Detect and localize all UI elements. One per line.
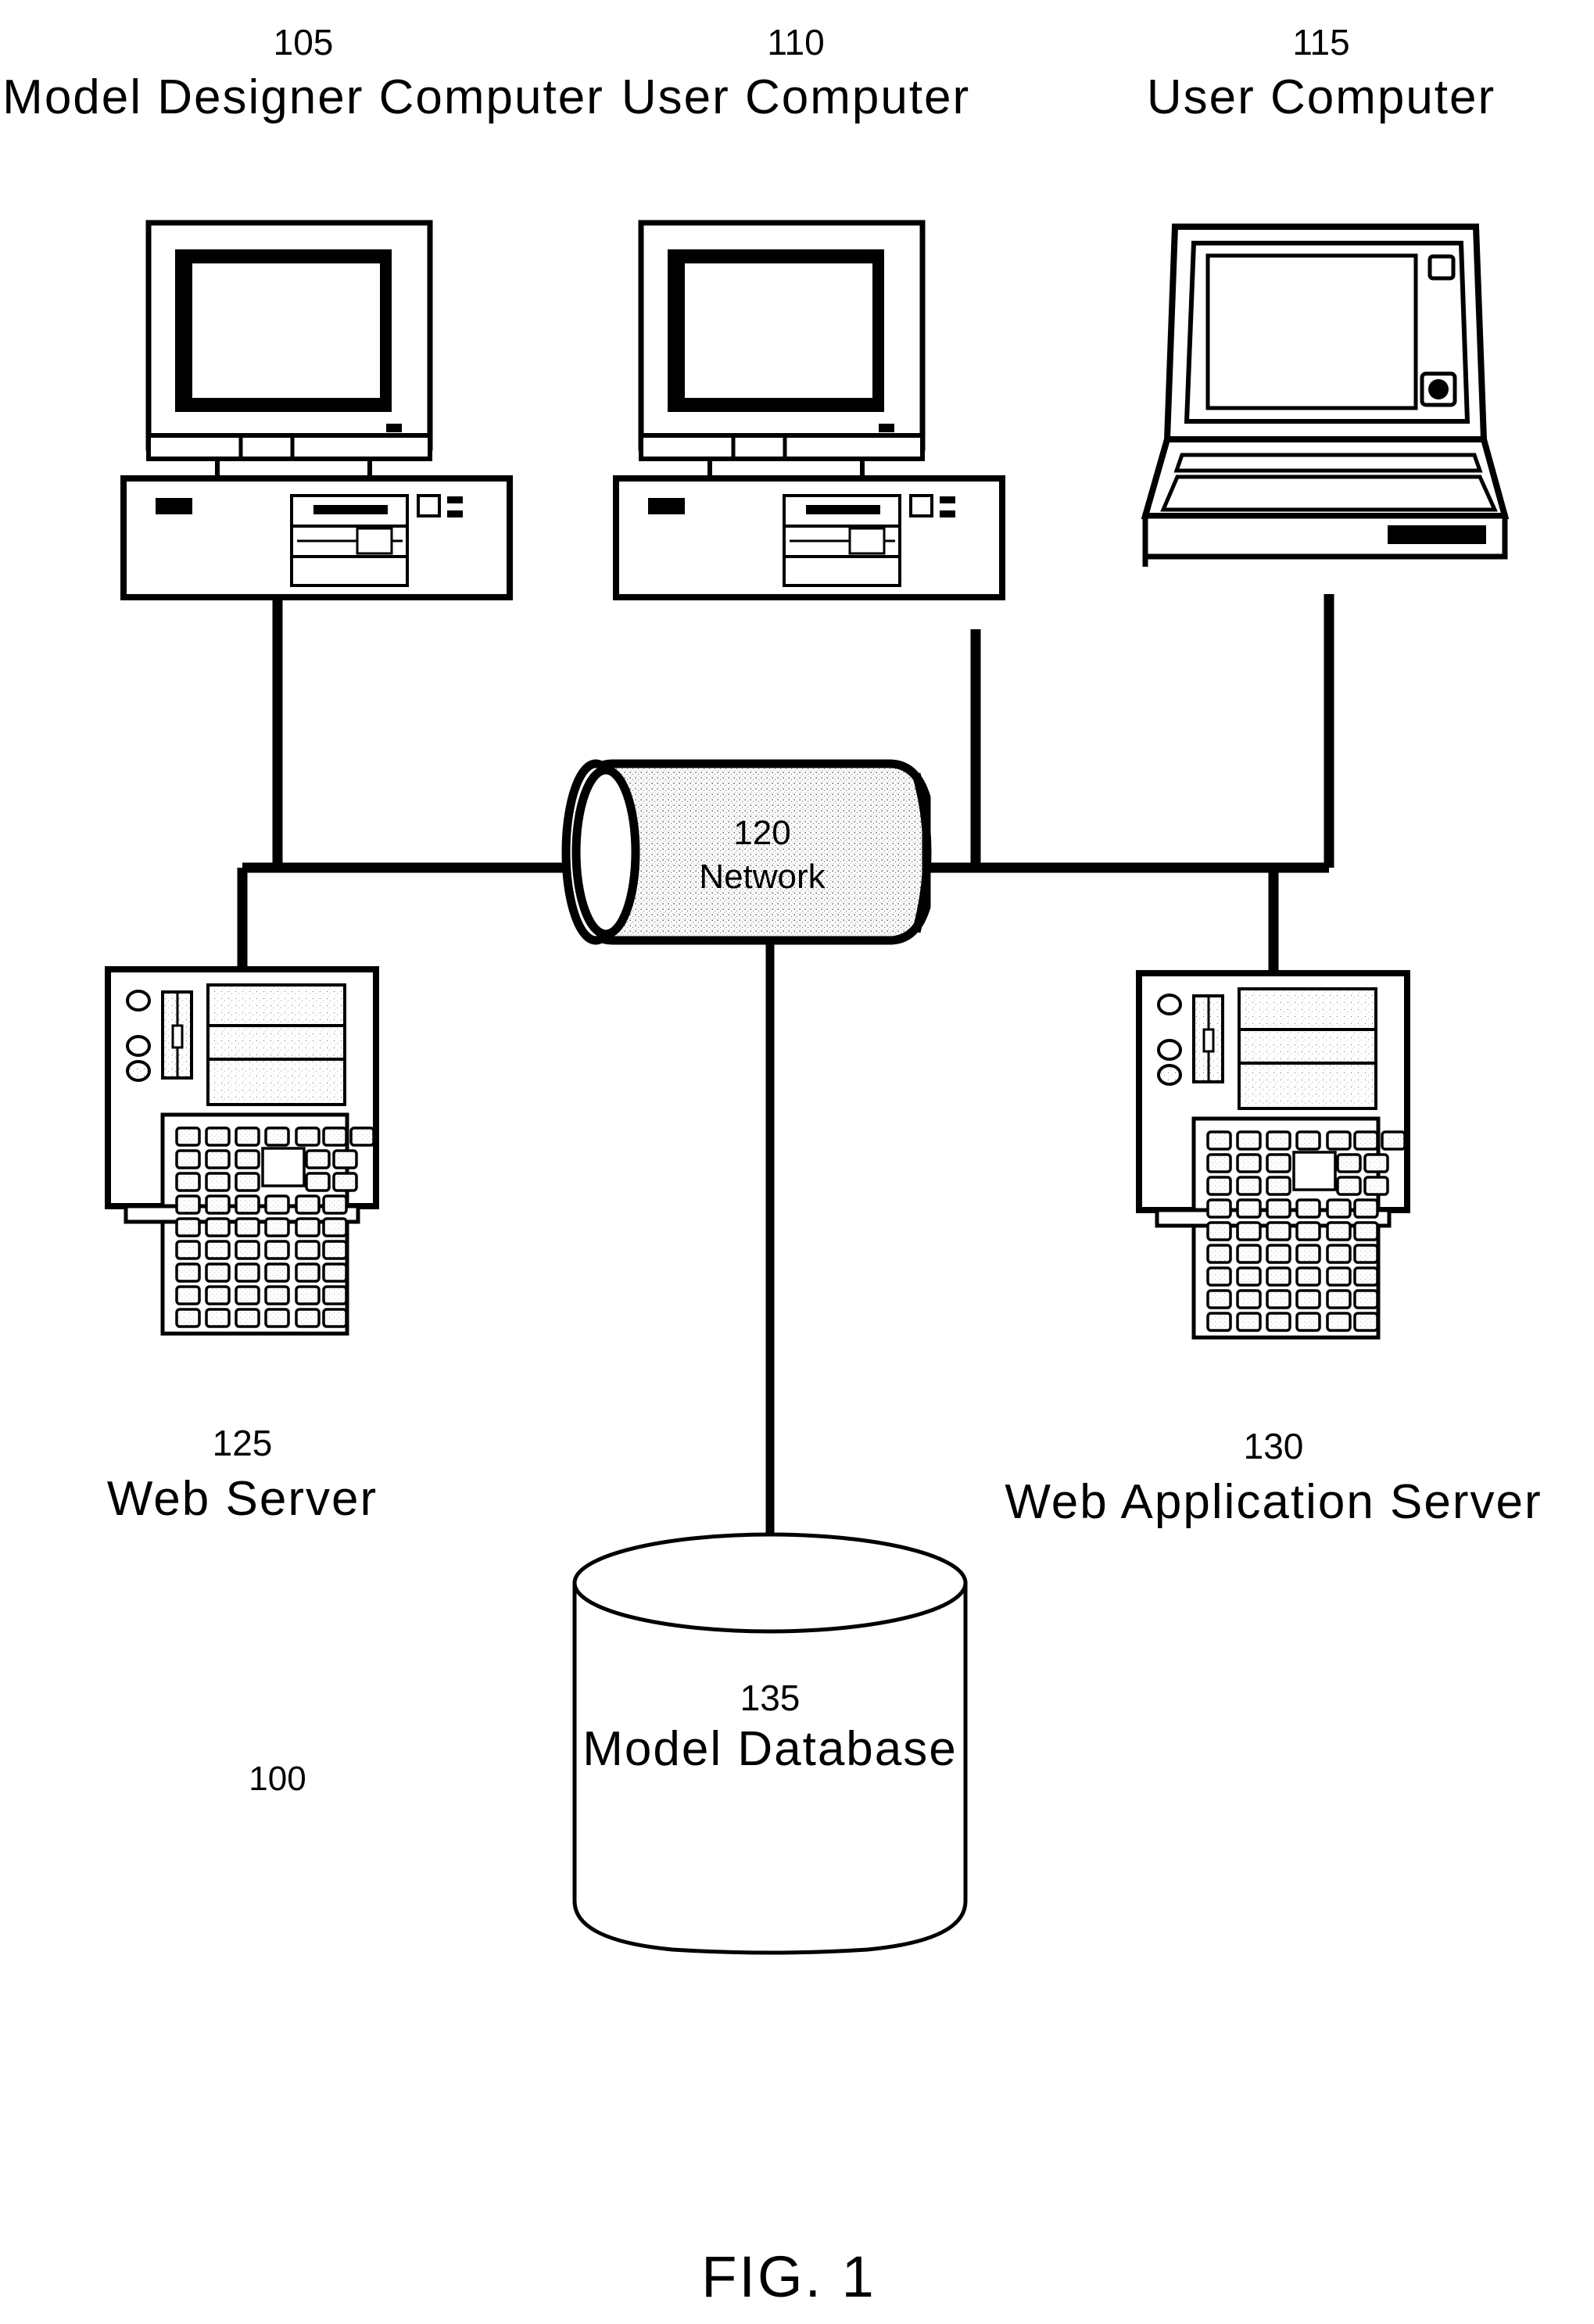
ref-number-125: 125 [213, 1423, 273, 1463]
network-left-cap-inner [571, 765, 640, 939]
device-user-computer-115[interactable] [1141, 224, 1510, 567]
ref-number-130: 130 [1244, 1426, 1304, 1466]
ref-number-105: 105 [274, 22, 334, 63]
node-title-105: Model Designer Computer [2, 70, 604, 124]
desktop-computer-icon [124, 223, 510, 597]
device-model-designer-computer[interactable] [124, 223, 510, 597]
device-model-database[interactable]: 135 Model Database [572, 1532, 968, 1955]
server-tower-icon [108, 969, 376, 1334]
node-title-125: Web Server [107, 1472, 378, 1526]
node-title-135: Model Database [582, 1722, 958, 1776]
ref-number-115: 115 [1292, 22, 1349, 63]
device-web-server[interactable]: 125 Web Server [107, 969, 378, 1526]
system-ref-number-100: 100 [249, 1760, 306, 1798]
node-title-120: Network [699, 858, 826, 896]
device-user-computer-110[interactable] [616, 223, 1002, 597]
laptop-computer-icon [1141, 224, 1510, 567]
ref-number-110: 110 [767, 22, 824, 63]
ref-number-120: 120 [733, 814, 790, 852]
node-label-105: 105 Model Designer Computer [2, 22, 604, 124]
patent-figure: 105 Model Designer Computer 110 User Com… [0, 0, 1594, 2324]
node-label-110: 110 User Computer [621, 22, 970, 124]
database-cylinder-top [572, 1532, 968, 1634]
node-title-115: User Computer [1147, 70, 1495, 124]
node-title-130: Web Application Server [1005, 1475, 1542, 1529]
network-cylinder[interactable]: 120 Network [561, 759, 932, 945]
ref-number-135: 135 [740, 1678, 801, 1718]
desktop-computer-icon [616, 223, 1002, 597]
server-tower-icon [1139, 973, 1407, 1337]
node-title-110: User Computer [621, 70, 970, 124]
device-web-application-server[interactable]: 130 Web Application Server [1005, 973, 1542, 1529]
node-label-115: 115 User Computer [1147, 22, 1495, 124]
figure-caption: FIG. 1 [701, 2244, 876, 2309]
